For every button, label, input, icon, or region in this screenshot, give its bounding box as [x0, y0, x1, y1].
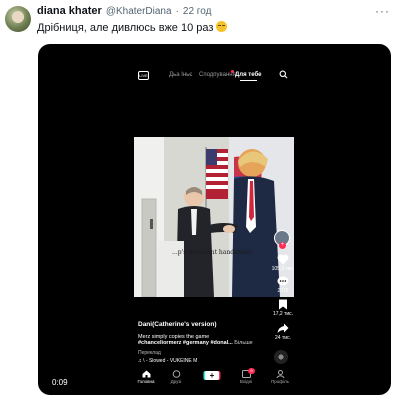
relieved-face-emoji-icon: [216, 21, 228, 32]
video-author[interactable]: Dani(Catherine's version): [138, 321, 216, 328]
display-name[interactable]: diana khater: [37, 5, 102, 17]
nav-inbox[interactable]: 9 Вхідні: [234, 368, 258, 384]
timestamp[interactable]: 22 год: [183, 6, 212, 17]
nav-home[interactable]: Головна: [134, 370, 158, 384]
music-disc-icon[interactable]: [274, 350, 288, 364]
comment-icon: [277, 276, 289, 286]
like-button[interactable]: 105,3 тис.: [270, 254, 296, 272]
friends-icon: [172, 370, 180, 378]
heart-icon: [277, 254, 289, 265]
video-frame[interactable]: ...p's dominant handshake: [134, 137, 294, 297]
profile-icon: [275, 370, 285, 378]
nav-inbox-label: Вхідні: [239, 379, 253, 384]
plus-icon: +: [205, 371, 219, 380]
nav-profile-label: Профіль: [271, 379, 289, 384]
tiktok-top-bar: LIVE Дьа Іньє Сподпування Для тебе: [38, 69, 391, 83]
live-icon[interactable]: LIVE: [138, 71, 149, 80]
search-icon[interactable]: [279, 70, 288, 79]
comment-count: 2516: [277, 288, 289, 294]
share-button[interactable]: 24 тис.: [270, 323, 296, 341]
comment-button[interactable]: 2516: [270, 276, 296, 294]
share-count: 24 тис.: [275, 335, 291, 341]
user-handle[interactable]: @KhaterDiana: [106, 6, 172, 17]
video-overlay-text: ...p's dominant handshake: [172, 249, 252, 256]
nav-create-button[interactable]: +: [200, 370, 224, 380]
save-count: 17,2 тис.: [272, 311, 294, 317]
nav-home-label: Головна: [137, 379, 155, 384]
separator-dot: ·: [175, 6, 179, 17]
tweet-text-row: Дрібниця, але дивлюсь вже 10 раз: [37, 21, 228, 34]
tab-following[interactable]: Сподпування: [199, 72, 236, 78]
nav-friends-label: Друзі: [170, 379, 182, 384]
nav-friends[interactable]: Друзі: [164, 370, 188, 384]
avatar[interactable]: [5, 6, 31, 32]
notification-dot: [231, 70, 234, 73]
more-link[interactable]: Більше: [234, 340, 252, 346]
like-count: 105,3 тис.: [271, 266, 295, 272]
tab-friends[interactable]: Дьа Іньє: [169, 72, 192, 78]
more-horizontal-icon[interactable]: ···: [375, 4, 390, 18]
translate-link[interactable]: Переклад: [138, 350, 161, 356]
video-still-image: [134, 137, 294, 297]
inbox-badge: 9: [248, 368, 255, 374]
save-button[interactable]: 17,2 тис.: [270, 299, 296, 317]
video-duration: 0:09: [52, 378, 68, 387]
video-hashtags: #chanceliormerz #germany #donal... Більш…: [138, 340, 253, 346]
sound-label[interactable]: ♫ \ - Slowed - VUKEINE M: [138, 358, 197, 364]
tweet: diana khater @KhaterDiana · 22 год ··· Д…: [0, 0, 400, 400]
nav-profile[interactable]: Профіль: [268, 370, 292, 384]
bookmark-icon: [279, 299, 287, 310]
embedded-video[interactable]: LIVE Дьа Іньє Сподпування Для тебе ...p'…: [38, 44, 391, 395]
tweet-header: diana khater @KhaterDiana · 22 год: [37, 5, 211, 19]
home-icon: [142, 370, 150, 378]
tweet-text: Дрібниця, але дивлюсь вже 10 раз: [37, 22, 214, 34]
hashtags-text[interactable]: #chanceliormerz #germany #donal...: [138, 340, 233, 346]
tab-for-you[interactable]: Для тебе: [235, 72, 262, 81]
share-arrow-icon: [277, 323, 289, 333]
tiktok-bottom-nav: Головна Друзі + 9 Вхідні Профіль: [134, 368, 298, 392]
creator-avatar-follow-button[interactable]: [274, 230, 290, 249]
